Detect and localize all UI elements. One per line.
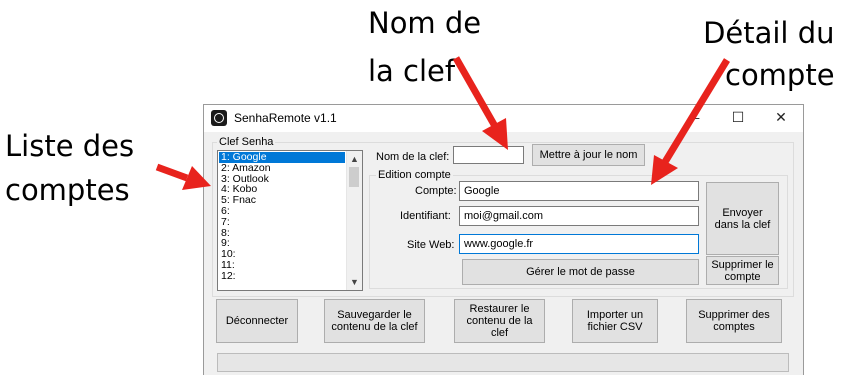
arrow-shaft-account-detail	[662, 58, 730, 164]
arrow-to-account-detail	[651, 58, 730, 185]
arrow-shaft-account-list	[155, 163, 189, 182]
annotation-arrows	[155, 56, 730, 190]
arrow-to-account-list	[155, 163, 211, 190]
arrow-to-key-name	[452, 56, 508, 150]
arrow-shaft-key-name	[452, 56, 500, 130]
